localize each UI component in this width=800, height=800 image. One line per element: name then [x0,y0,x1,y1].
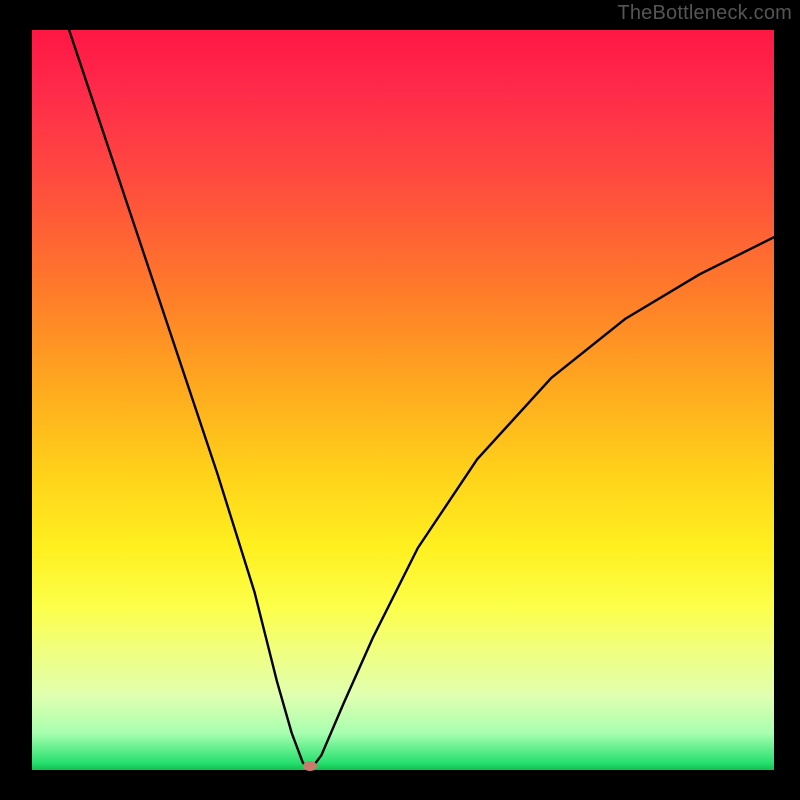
bottleneck-curve-path [69,30,774,770]
curve-svg [32,30,774,770]
optimal-point-marker [303,761,317,771]
plot-area [32,30,774,770]
watermark-text: TheBottleneck.com [617,2,792,25]
